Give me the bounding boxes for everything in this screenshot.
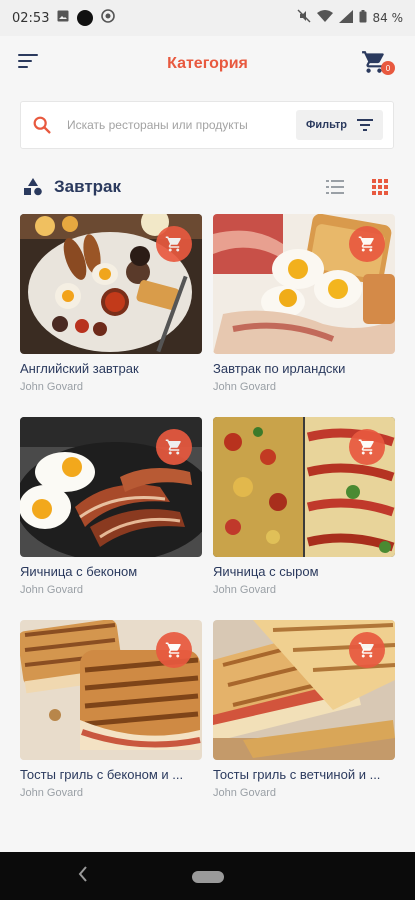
cart-icon bbox=[165, 439, 181, 455]
grid-view-icon[interactable] bbox=[372, 179, 388, 195]
search-input[interactable] bbox=[67, 118, 296, 132]
product-card[interactable]: Английский завтрак John Govard bbox=[20, 214, 202, 408]
product-author: John Govard bbox=[213, 584, 276, 596]
product-name: Яичница с беконом bbox=[20, 564, 138, 579]
signal-icon bbox=[338, 9, 353, 27]
cart-icon bbox=[358, 236, 374, 252]
product-author: John Govard bbox=[20, 584, 83, 596]
add-to-cart-button[interactable] bbox=[349, 632, 385, 668]
wifi-icon bbox=[316, 9, 333, 27]
home-pill-button[interactable] bbox=[192, 871, 224, 883]
record-dot-icon bbox=[77, 10, 94, 26]
add-to-cart-button[interactable] bbox=[156, 632, 192, 668]
filter-button[interactable]: Фильтр bbox=[295, 110, 383, 140]
mute-icon bbox=[297, 9, 311, 27]
page-title: Категория bbox=[167, 55, 248, 72]
section-header: Завтрак bbox=[20, 168, 394, 206]
list-view-icon[interactable] bbox=[326, 179, 344, 195]
product-author: John Govard bbox=[20, 787, 83, 799]
product-image-english-breakfast bbox=[20, 214, 202, 354]
battery-percent: 84 % bbox=[372, 11, 404, 25]
system-nav-bar bbox=[0, 852, 415, 900]
battery-icon bbox=[359, 9, 367, 27]
sync-icon bbox=[101, 9, 116, 27]
cart-icon bbox=[358, 439, 374, 455]
add-to-cart-button[interactable] bbox=[156, 429, 192, 465]
product-card[interactable]: Яичница с беконом John Govard bbox=[20, 417, 202, 611]
cart-button[interactable]: 0 bbox=[361, 49, 395, 77]
product-name: Английский завтрак bbox=[20, 361, 139, 376]
product-author: John Govard bbox=[213, 787, 276, 799]
image-notification-icon bbox=[57, 10, 69, 26]
product-image-eggs-cheese bbox=[213, 417, 395, 557]
product-name: Тосты гриль с беконом и ... bbox=[20, 767, 184, 782]
product-card[interactable]: Тосты гриль с беконом и ... John Govard bbox=[20, 620, 202, 814]
product-image-eggs-bacon bbox=[20, 417, 202, 557]
back-icon[interactable] bbox=[78, 866, 88, 887]
status-time: 02:53 bbox=[12, 10, 50, 26]
filter-icon bbox=[357, 119, 373, 131]
product-author: John Govard bbox=[213, 381, 276, 393]
app-header: Категория 0 bbox=[0, 36, 415, 92]
product-card[interactable]: Яичница с сыром John Govard bbox=[213, 417, 395, 611]
filter-label: Фильтр bbox=[305, 119, 347, 131]
product-name: Тосты гриль с ветчиной и ... bbox=[213, 767, 381, 782]
add-to-cart-button[interactable] bbox=[349, 429, 385, 465]
search-bar: Фильтр bbox=[20, 101, 394, 149]
status-bar: 02:53 84 % bbox=[0, 0, 415, 36]
product-name: Завтрак по ирландски bbox=[213, 361, 346, 376]
category-shapes-icon bbox=[24, 178, 42, 196]
cart-count-badge: 0 bbox=[381, 61, 395, 75]
product-image-grilled-toast-bacon bbox=[20, 620, 202, 760]
cart-icon bbox=[165, 642, 181, 658]
product-image-irish-breakfast bbox=[213, 214, 395, 354]
product-name: Яичница с сыром bbox=[213, 564, 319, 579]
add-to-cart-button[interactable] bbox=[156, 226, 192, 262]
search-icon bbox=[33, 116, 51, 134]
menu-icon[interactable] bbox=[18, 54, 38, 70]
product-image-grilled-toast-ham bbox=[213, 620, 395, 760]
add-to-cart-button[interactable] bbox=[349, 226, 385, 262]
cart-icon bbox=[165, 236, 181, 252]
product-author: John Govard bbox=[20, 381, 83, 393]
cart-icon bbox=[358, 642, 374, 658]
product-card[interactable]: Тосты гриль с ветчиной и ... John Govard bbox=[213, 620, 395, 814]
section-title: Завтрак bbox=[54, 177, 122, 196]
product-card[interactable]: Завтрак по ирландски John Govard bbox=[213, 214, 395, 408]
